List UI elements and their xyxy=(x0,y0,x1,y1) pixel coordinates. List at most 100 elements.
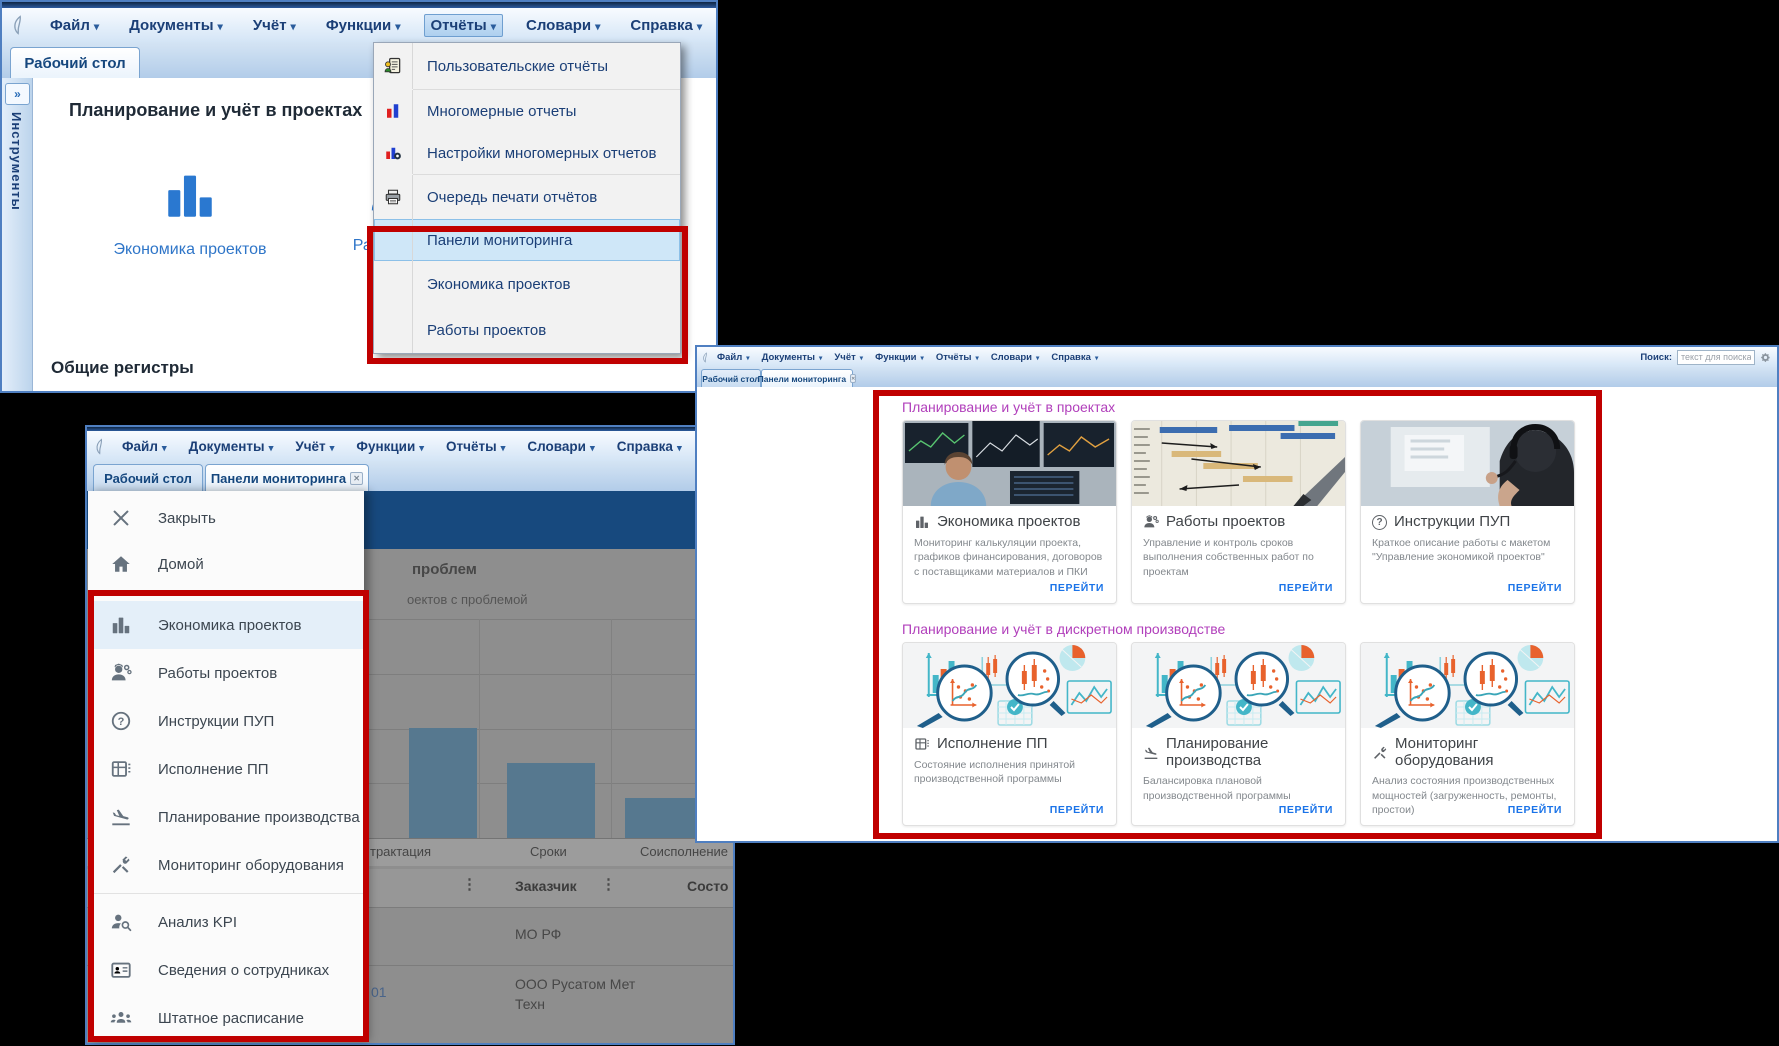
menu-documents[interactable]: Документы xyxy=(122,14,230,37)
go-link[interactable]: ПЕРЕЙТИ xyxy=(1050,804,1104,816)
shortcut-label: Экономика проектов xyxy=(75,241,305,259)
reports-dropdown-menu: Пользовательские отчёты Многомерные отче… xyxy=(373,42,681,354)
menu-accounting[interactable]: Учёт xyxy=(829,350,868,365)
search-label: Поиск: xyxy=(1640,352,1672,363)
menu-item-olap-settings[interactable]: Настройки многомерных отчетов xyxy=(374,132,680,174)
menu-reports[interactable]: Отчёты xyxy=(439,436,512,457)
menu-reports[interactable]: Отчёты xyxy=(424,14,504,37)
menu-dictionaries[interactable]: Словари xyxy=(986,350,1045,365)
card-description: Мониторинг калькуляции проекта, графиков… xyxy=(903,531,1116,580)
monitors-photo xyxy=(903,421,1116,506)
section-heading-projects: Планирование и учёт в проектах xyxy=(69,100,362,121)
menu-functions[interactable]: Функции xyxy=(319,14,408,37)
menu-item-label: Экономика проектов xyxy=(413,276,570,293)
drawer-item-project-economics[interactable]: Экономика проектов xyxy=(88,601,364,649)
tab-close-icon[interactable]: ✕ xyxy=(850,374,856,383)
tab-desktop[interactable]: Рабочий стол xyxy=(701,369,761,387)
grid-icon xyxy=(110,758,132,780)
menu-help[interactable]: Справка xyxy=(610,436,689,457)
gridline xyxy=(367,674,702,675)
card-description: Краткое описание работы с макетом "Управ… xyxy=(1361,531,1574,565)
menu-item-olap-reports[interactable]: Многомерные отчеты xyxy=(374,90,680,132)
tab-close-icon[interactable]: ✕ xyxy=(350,472,363,485)
card-equipment-monitoring[interactable]: Мониторинг оборудования Анализ состояния… xyxy=(1360,642,1575,826)
go-link[interactable]: ПЕРЕЙТИ xyxy=(1508,582,1562,594)
window-main-desktop: Файл Документы Учёт Функции Отчёты Слова… xyxy=(0,0,718,393)
card-description: Состояние исполнения принятой производст… xyxy=(903,753,1116,787)
tab-desktop[interactable]: Рабочий стол xyxy=(93,464,203,491)
drawer-item-close[interactable]: Закрыть xyxy=(88,495,364,541)
x-tick-label: трактация xyxy=(370,844,431,859)
menu-documents[interactable]: Документы xyxy=(182,436,281,457)
drawer-item-home[interactable]: Домой xyxy=(88,541,364,587)
gridline xyxy=(611,619,612,838)
sidebar-label: Инструменты xyxy=(9,112,24,211)
menu-item-print-queue[interactable]: Очередь печати отчётов xyxy=(374,175,680,219)
drawer-item-staffing-schedule[interactable]: Штатное расписание xyxy=(88,994,364,1042)
go-link[interactable]: ПЕРЕЙТИ xyxy=(1508,804,1562,816)
go-link[interactable]: ПЕРЕЙТИ xyxy=(1279,804,1333,816)
drawer-item-production-planning[interactable]: Планирование производства xyxy=(88,793,364,841)
column-menu-icon[interactable]: ⋮ xyxy=(462,875,477,893)
drawer-separator xyxy=(88,893,364,894)
menu-bar: Файл Документы Учёт Функции Отчёты Слова… xyxy=(2,8,716,43)
menu-help[interactable]: Справка xyxy=(1046,350,1103,365)
menu-item-label: Панели мониторинга xyxy=(413,232,572,249)
menu-file[interactable]: Файл xyxy=(115,436,174,457)
menu-dictionaries[interactable]: Словари xyxy=(520,436,601,457)
tab-monitoring-panels[interactable]: Панели мониторинга ✕ xyxy=(205,464,369,491)
menu-item-label: Очередь печати отчётов xyxy=(413,189,597,206)
menu-bar: Файл Документы Учёт Функции Отчёты Слова… xyxy=(697,347,1777,368)
cell-doc-number[interactable]: 01 xyxy=(371,984,387,1000)
app-logo-leaf-icon xyxy=(701,351,710,364)
drawer-item-label: Планирование производства xyxy=(158,809,360,826)
drawer-item-pp-execution[interactable]: Исполнение ПП xyxy=(88,745,364,793)
close-icon xyxy=(110,507,132,529)
menu-documents[interactable]: Документы xyxy=(757,350,828,365)
headset-photo xyxy=(1361,421,1574,506)
drawer-item-kpi-analysis[interactable]: Анализ KPI xyxy=(88,898,364,946)
menu-functions[interactable]: Функции xyxy=(870,350,929,365)
x-tick-label: Соисполнение xyxy=(640,844,728,859)
menu-item-user-reports[interactable]: Пользовательские отчёты xyxy=(374,43,680,89)
card-project-works[interactable]: Работы проектов Управление и контроль ср… xyxy=(1131,420,1346,604)
card-pup-instructions[interactable]: ?Инструкции ПУП Краткое описание работы … xyxy=(1360,420,1575,604)
drawer-item-project-works[interactable]: Работы проектов xyxy=(88,649,364,697)
go-link[interactable]: ПЕРЕЙТИ xyxy=(1279,582,1333,594)
drawer-item-label: Сведения о сотрудниках xyxy=(158,962,329,979)
shortcut-project-economics[interactable]: Экономика проектов xyxy=(75,166,305,259)
analytics-illustration xyxy=(1132,643,1345,728)
menu-accounting[interactable]: Учёт xyxy=(246,14,303,37)
menu-item-project-works[interactable]: Работы проектов xyxy=(374,307,680,353)
empty-icon-cell xyxy=(374,307,413,353)
drawer-item-pup-instructions[interactable]: Инструкции ПУП xyxy=(88,697,364,745)
go-link[interactable]: ПЕРЕЙТИ xyxy=(1050,582,1104,594)
card-title: Экономика проектов xyxy=(937,514,1080,531)
plane-icon xyxy=(110,806,132,828)
cards-row-projects: Экономика проектов Мониторинг калькуляци… xyxy=(902,420,1575,604)
card-production-planning[interactable]: Планирование производства Балансировка п… xyxy=(1131,642,1346,826)
menu-reports[interactable]: Отчёты xyxy=(931,350,984,365)
menu-dictionaries[interactable]: Словари xyxy=(519,14,607,37)
tab-desktop[interactable]: Рабочий стол xyxy=(10,47,140,79)
column-menu-icon[interactable]: ⋮ xyxy=(601,875,616,893)
menu-file[interactable]: Файл xyxy=(43,14,106,37)
badge-icon xyxy=(110,959,132,981)
menu-accounting[interactable]: Учёт xyxy=(288,436,341,457)
card-pp-execution[interactable]: Исполнение ПП Состояние исполнения приня… xyxy=(902,642,1117,826)
drawer-item-equipment-monitoring[interactable]: Мониторинг оборудования xyxy=(88,841,364,889)
search-input[interactable] xyxy=(1677,350,1755,365)
menu-file[interactable]: Файл xyxy=(712,350,755,365)
menu-item-project-economics[interactable]: Экономика проектов xyxy=(374,261,680,307)
menu-item-monitoring-panels[interactable]: Панели мониторинга xyxy=(374,219,680,261)
menu-help[interactable]: Справка xyxy=(623,14,709,37)
card-project-economics[interactable]: Экономика проектов Мониторинг калькуляци… xyxy=(902,420,1117,604)
menu-functions[interactable]: Функции xyxy=(349,436,431,457)
window-monitoring-panels: Файл Документы Учёт Функции Отчёты Слова… xyxy=(695,345,1779,843)
drawer-item-employee-info[interactable]: Сведения о сотрудниках xyxy=(88,946,364,994)
gear-icon[interactable] xyxy=(1760,352,1771,363)
column-header-customer[interactable]: Заказчик xyxy=(515,878,577,894)
sidebar-expand-button[interactable]: » xyxy=(5,83,30,105)
tab-monitoring-panels[interactable]: Панели мониторинга ✕ xyxy=(761,369,853,387)
tab-label: Панели мониторинга xyxy=(758,374,846,384)
